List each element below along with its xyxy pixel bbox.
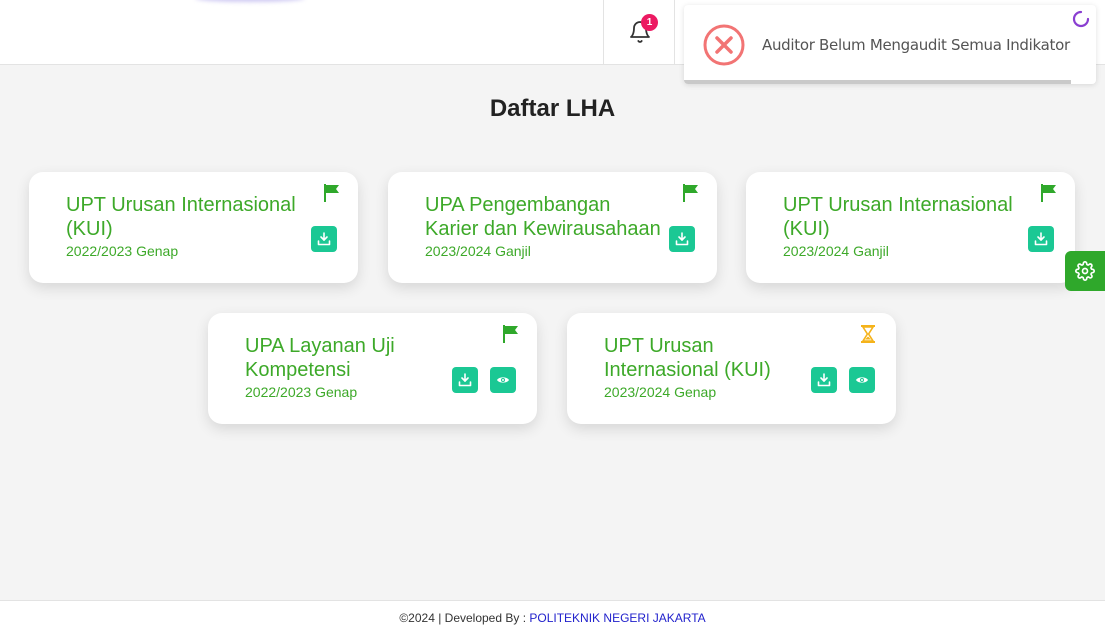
download-button[interactable] (811, 367, 837, 393)
error-icon (703, 24, 745, 66)
flag-icon (1041, 184, 1056, 202)
page-title: Daftar LHA (489, 95, 616, 122)
lha-card: UPT Urusan Internasional (KUI) 2023/2024… (567, 313, 896, 424)
lha-card: UPA Pengembangan Karier dan Kewirausahaa… (388, 172, 717, 283)
download-icon (1034, 232, 1048, 246)
footer-link[interactable]: POLITEKNIK NEGERI JAKARTA (529, 611, 705, 625)
toast-timer-bar (684, 80, 1072, 84)
download-button[interactable] (311, 226, 337, 252)
eye-icon (497, 377, 509, 383)
download-button[interactable] (452, 367, 478, 393)
lha-card: UPT Urusan Internasional (KUI) 2023/2024… (746, 172, 1075, 283)
card-period: 2023/2024 Ganjil (783, 243, 889, 259)
logo (195, 0, 305, 2)
card-period: 2023/2024 Genap (604, 384, 717, 400)
card-period: 2023/2024 Ganjil (425, 243, 531, 259)
lha-card: UPA Layanan Uji Kompetensi 2022/2023 Gen… (208, 313, 537, 424)
flag-icon (503, 325, 518, 343)
download-button[interactable] (669, 226, 695, 252)
download-button[interactable] (1028, 226, 1054, 252)
card-title: UPT Urusan Internasional (KUI) (66, 194, 296, 240)
card-period: 2022/2023 Genap (66, 243, 179, 259)
card-title: UPT Urusan Internasional (KUI) (604, 335, 771, 381)
card-title: UPT Urusan Internasional (KUI) (783, 194, 1013, 240)
flag-icon (683, 184, 698, 202)
spinner-icon (1072, 10, 1090, 28)
notification-count-badge: 1 (641, 14, 658, 31)
error-toast: Auditor Belum Mengaudit Semua Indikator (684, 5, 1096, 84)
download-icon (817, 373, 831, 387)
download-icon (458, 373, 472, 387)
hourglass-icon (861, 325, 875, 343)
gear-icon (1075, 261, 1095, 281)
card-title: UPA Layanan Uji Kompetensi (245, 335, 395, 381)
eye-icon (856, 377, 868, 383)
view-button[interactable] (849, 367, 875, 393)
card-title: UPA Pengembangan Karier dan Kewirausahaa… (425, 194, 661, 240)
notification-button[interactable]: 1 (603, 0, 675, 65)
footer: ©2024 | Developed By : POLITEKNIK NEGERI… (0, 600, 1105, 635)
download-icon (675, 232, 689, 246)
download-icon (317, 232, 331, 246)
lha-card: UPT Urusan Internasional (KUI) 2022/2023… (29, 172, 358, 283)
view-button[interactable] (490, 367, 516, 393)
toast-message: Auditor Belum Mengaudit Semua Indikator (762, 36, 1070, 54)
flag-icon (324, 184, 339, 202)
settings-button[interactable] (1065, 251, 1105, 291)
footer-text: ©2024 | Developed By : (399, 611, 530, 625)
card-period: 2022/2023 Genap (245, 384, 358, 400)
